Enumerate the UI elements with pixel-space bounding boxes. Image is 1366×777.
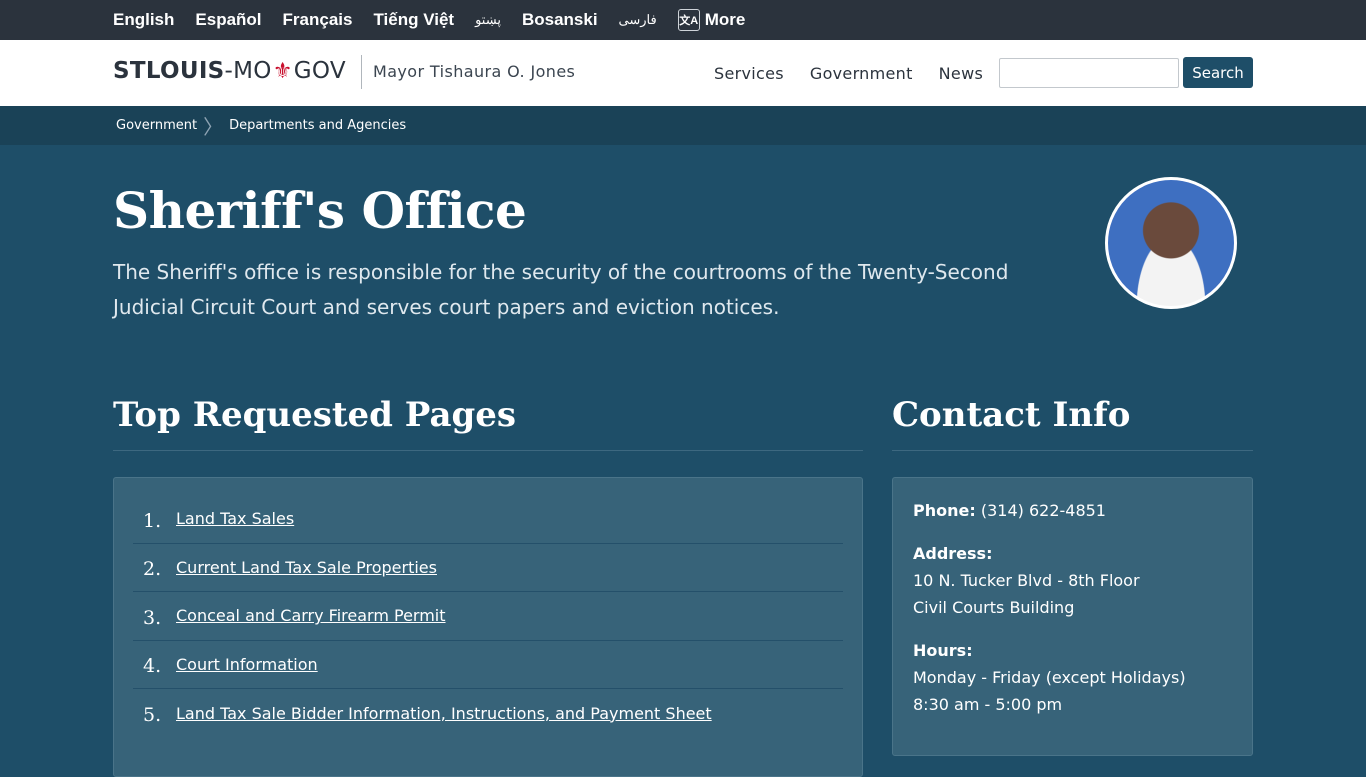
item-number: 2. bbox=[143, 558, 162, 581]
item-number: 4. bbox=[143, 655, 162, 678]
item-number: 1. bbox=[143, 509, 162, 532]
contact-heading: Contact Info bbox=[892, 395, 1131, 435]
hours-label: Hours: bbox=[913, 641, 973, 660]
lang-espanol[interactable]: Español bbox=[195, 10, 261, 30]
list-item: 3. Conceal and Carry Firearm Permit bbox=[133, 592, 843, 641]
hours-line: 8:30 am - 5:00 pm bbox=[913, 695, 1063, 714]
breadcrumb-government[interactable]: Government bbox=[116, 118, 197, 133]
top-requested-heading: Top Requested Pages bbox=[113, 395, 517, 435]
logo-mo: -MO bbox=[224, 58, 272, 84]
link-conceal-carry-permit[interactable]: Conceal and Carry Firearm Permit bbox=[176, 606, 446, 625]
breadcrumb: Government 〉 Departments and Agencies bbox=[0, 106, 1366, 145]
page-intro: The Sheriff's office is responsible for … bbox=[113, 260, 1009, 319]
nav-services[interactable]: Services bbox=[714, 64, 784, 83]
contact-hours: Hours: Monday - Friday (except Holidays)… bbox=[913, 637, 1186, 718]
page-hero: Sheriff's Office The Sheriff's office is… bbox=[0, 145, 1366, 345]
more-label: More bbox=[704, 10, 746, 29]
contact-address: Address: 10 N. Tucker Blvd - 8th Floor C… bbox=[913, 540, 1186, 621]
logo-divider bbox=[361, 55, 362, 89]
chevron-right-icon: 〉 bbox=[203, 115, 224, 139]
page-title: Sheriff's Office bbox=[113, 181, 527, 240]
lang-tieng-viet[interactable]: Tiếng Việt bbox=[373, 10, 454, 30]
address-label: Address: bbox=[913, 544, 993, 563]
link-bidder-information[interactable]: Land Tax Sale Bidder Information, Instru… bbox=[176, 704, 712, 723]
translate-icon: 文A bbox=[677, 9, 700, 31]
item-number: 3. bbox=[143, 606, 162, 629]
nav-government[interactable]: Government bbox=[810, 64, 913, 83]
sheriff-photo bbox=[1105, 177, 1237, 309]
address-line: 10 N. Tucker Blvd - 8th Floor bbox=[913, 571, 1140, 590]
site-logo[interactable]: STLOUIS -MO ⚜ GOV bbox=[113, 58, 346, 84]
link-current-land-tax-properties[interactable]: Current Land Tax Sale Properties bbox=[176, 558, 437, 577]
contact-phone: Phone: (314) 622-4851 bbox=[913, 497, 1186, 524]
lang-bosanski[interactable]: Bosanski bbox=[522, 10, 598, 30]
section-divider bbox=[892, 450, 1253, 451]
mayor-link[interactable]: Mayor Tishaura O. Jones bbox=[373, 62, 575, 81]
section-divider bbox=[113, 450, 863, 451]
list-item: 5. Land Tax Sale Bidder Information, Inst… bbox=[133, 689, 843, 738]
main-nav: Services Government News bbox=[714, 64, 1009, 83]
lang-farsi[interactable]: فارسی bbox=[619, 12, 657, 28]
link-land-tax-sales[interactable]: Land Tax Sales bbox=[176, 509, 294, 528]
contact-info: Phone: (314) 622-4851 Address: 10 N. Tuc… bbox=[913, 497, 1186, 734]
item-number: 5. bbox=[143, 704, 162, 727]
list-item: 4. Court Information bbox=[133, 641, 843, 689]
phone-label: Phone: bbox=[913, 501, 976, 520]
lang-francais[interactable]: Français bbox=[283, 10, 353, 30]
list-item: 1. Land Tax Sales bbox=[133, 495, 843, 544]
nav-news[interactable]: News bbox=[939, 64, 983, 83]
search-input[interactable] bbox=[999, 58, 1179, 88]
link-court-information[interactable]: Court Information bbox=[176, 655, 318, 674]
logo-gov: GOV bbox=[293, 58, 346, 84]
search-button[interactable]: Search bbox=[1183, 57, 1253, 88]
top-requested-list: 1. Land Tax Sales 2. Current Land Tax Sale… bbox=[133, 495, 843, 738]
address-line: Civil Courts Building bbox=[913, 598, 1075, 617]
list-item: 2. Current Land Tax Sale Properties bbox=[133, 544, 843, 592]
site-header: STLOUIS -MO ⚜ GOV Mayor Tishaura O. Jones S… bbox=[0, 40, 1366, 106]
more-languages-button[interactable]: 文A More bbox=[677, 9, 746, 31]
lang-pashto[interactable]: پښتو bbox=[475, 12, 501, 28]
hours-line: Monday - Friday (except Holidays) bbox=[913, 668, 1186, 687]
language-bar: English Español Français Tiếng Việt پښتو… bbox=[0, 0, 1366, 40]
phone-number: (314) 622-4851 bbox=[980, 501, 1106, 520]
logo-stlouis: STLOUIS bbox=[113, 58, 225, 84]
lang-english[interactable]: English bbox=[113, 10, 174, 30]
fleur-de-lis-icon: ⚜ bbox=[272, 58, 293, 84]
breadcrumb-departments[interactable]: Departments and Agencies bbox=[229, 118, 406, 133]
